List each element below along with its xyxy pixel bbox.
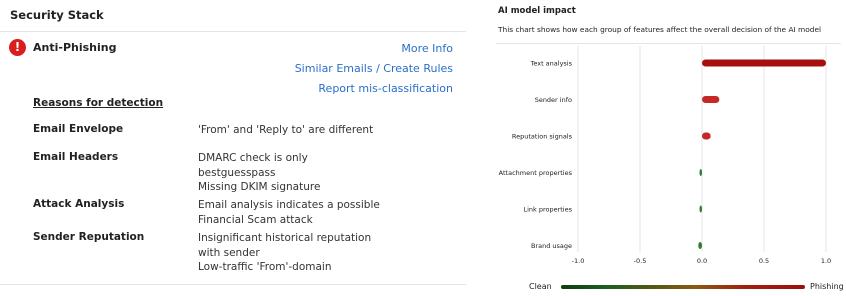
panel-divider: [0, 284, 466, 285]
reason-line: Missing DKIM signature: [198, 181, 321, 193]
email-envelope-label: Email Envelope: [33, 123, 124, 135]
reason-line: Low-traffic 'From'-domain: [198, 261, 332, 273]
impact-bar: [699, 169, 702, 176]
x-tick-label: 1.0: [821, 257, 831, 265]
attack-analysis-value: Email analysis indicates a possible Fina…: [198, 198, 380, 227]
x-tick-label: 0.5: [759, 257, 769, 265]
reason-line: Email analysis indicates a possible: [198, 199, 380, 211]
category-label: Reputation signals: [512, 133, 573, 141]
more-info-link[interactable]: More Info: [401, 42, 453, 55]
x-tick-label: 0.0: [697, 257, 707, 265]
reason-line: bestguesspass: [198, 166, 276, 179]
email-headers-value: DMARC check is only bestguesspass Missin…: [198, 151, 320, 195]
ai-model-impact-panel: AI model impact This chart shows how eac…: [488, 0, 846, 296]
alert-icon: !: [9, 39, 26, 56]
anti-phishing-title: Anti-Phishing: [33, 41, 117, 54]
reason-line: DMARC check is only: [198, 152, 308, 164]
phishing-label: Phishing: [810, 282, 844, 291]
clean-label: Clean: [529, 282, 552, 291]
sender-reputation-value: Insignificant historical reputation with…: [198, 231, 371, 275]
impact-bar: [702, 132, 711, 140]
x-tick-label: -0.5: [634, 257, 647, 265]
email-envelope-value: 'From' and 'Reply to' are different: [198, 123, 373, 138]
category-label: Text analysis: [529, 60, 572, 68]
impact-bar: [699, 205, 702, 213]
category-label: Brand usage: [531, 242, 572, 250]
similar-emails-link[interactable]: Similar Emails / Create Rules: [295, 62, 453, 75]
category-label: Link properties: [523, 206, 572, 214]
email-headers-label: Email Headers: [33, 151, 119, 163]
attack-analysis-label: Attack Analysis: [33, 198, 125, 210]
security-stack-title: Security Stack: [10, 8, 104, 22]
reason-line: Insignificant historical reputation: [198, 232, 372, 244]
clean-phishing-gradient: [561, 285, 805, 289]
reason-line: Financial Scam attack: [198, 213, 313, 226]
reason-line: with sender: [198, 246, 260, 259]
report-misclassification-link[interactable]: Report mis-classification: [318, 82, 453, 95]
category-label: Sender info: [535, 96, 572, 104]
reasons-heading: Reasons for detection: [33, 97, 164, 109]
category-label: Attachment properties: [499, 169, 573, 177]
security-stack-header: Security Stack: [0, 0, 466, 32]
impact-bar: [698, 242, 702, 249]
sender-reputation-label: Sender Reputation: [33, 231, 145, 243]
impact-bar-chart: -1.0 -0.5 0.0 0.5 1.0 Text analysis Sender inf…: [499, 46, 831, 265]
security-stack-panel: Security Stack ! Anti-Phishing More Info…: [0, 0, 466, 296]
reason-line: 'From' and 'Reply to' are different: [198, 124, 374, 136]
x-tick-label: -1.0: [572, 257, 585, 265]
impact-bar: [702, 59, 826, 67]
impact-bar: [702, 96, 720, 103]
